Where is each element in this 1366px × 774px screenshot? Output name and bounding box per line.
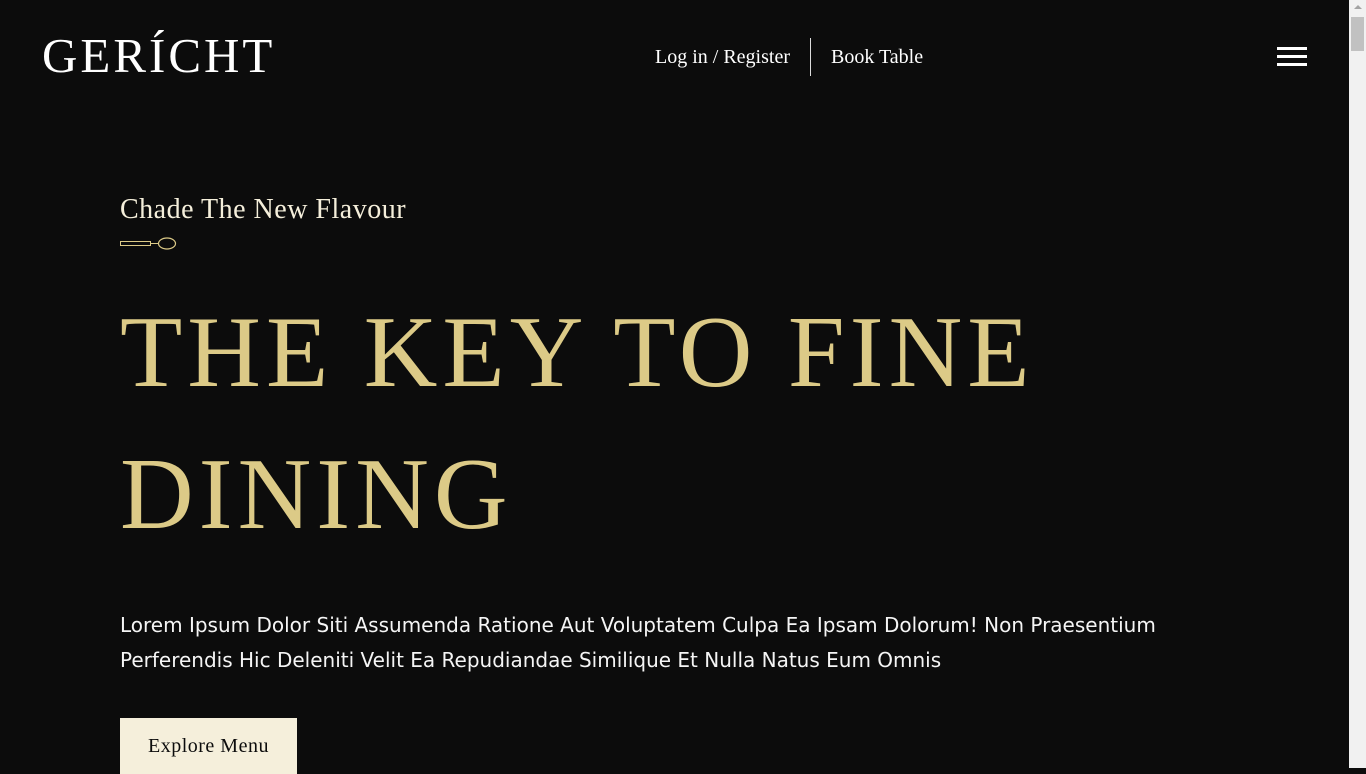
explore-menu-button[interactable]: Explore Menu [120,718,297,774]
menu-bar [1277,55,1307,58]
hero-title: THE KEY TO FINE DINING [120,296,1035,551]
scroll-thumb[interactable] [1351,17,1364,51]
page-scrollbar[interactable] [1349,0,1366,768]
scroll-up-arrow-icon[interactable] [1354,5,1362,9]
header-nav: Log in / Register Book Table [655,38,923,76]
spoon-icon [120,237,177,250]
hero-subtitle: Chade The New Flavour [120,194,407,225]
login-register-link[interactable]: Log in / Register [655,46,790,69]
book-table-link[interactable]: Book Table [831,46,923,69]
hero-description: Lorem Ipsum Dolor Siti Assumenda Ratione… [120,613,1156,672]
menu-bar [1277,63,1307,66]
page-viewport: GERÍCHT Log in / Register Book Table Cha… [0,0,1349,774]
hamburger-menu-icon[interactable] [1277,47,1307,69]
logo[interactable]: GERÍCHT [42,26,275,86]
menu-bar [1277,47,1307,50]
nav-divider [809,38,811,76]
